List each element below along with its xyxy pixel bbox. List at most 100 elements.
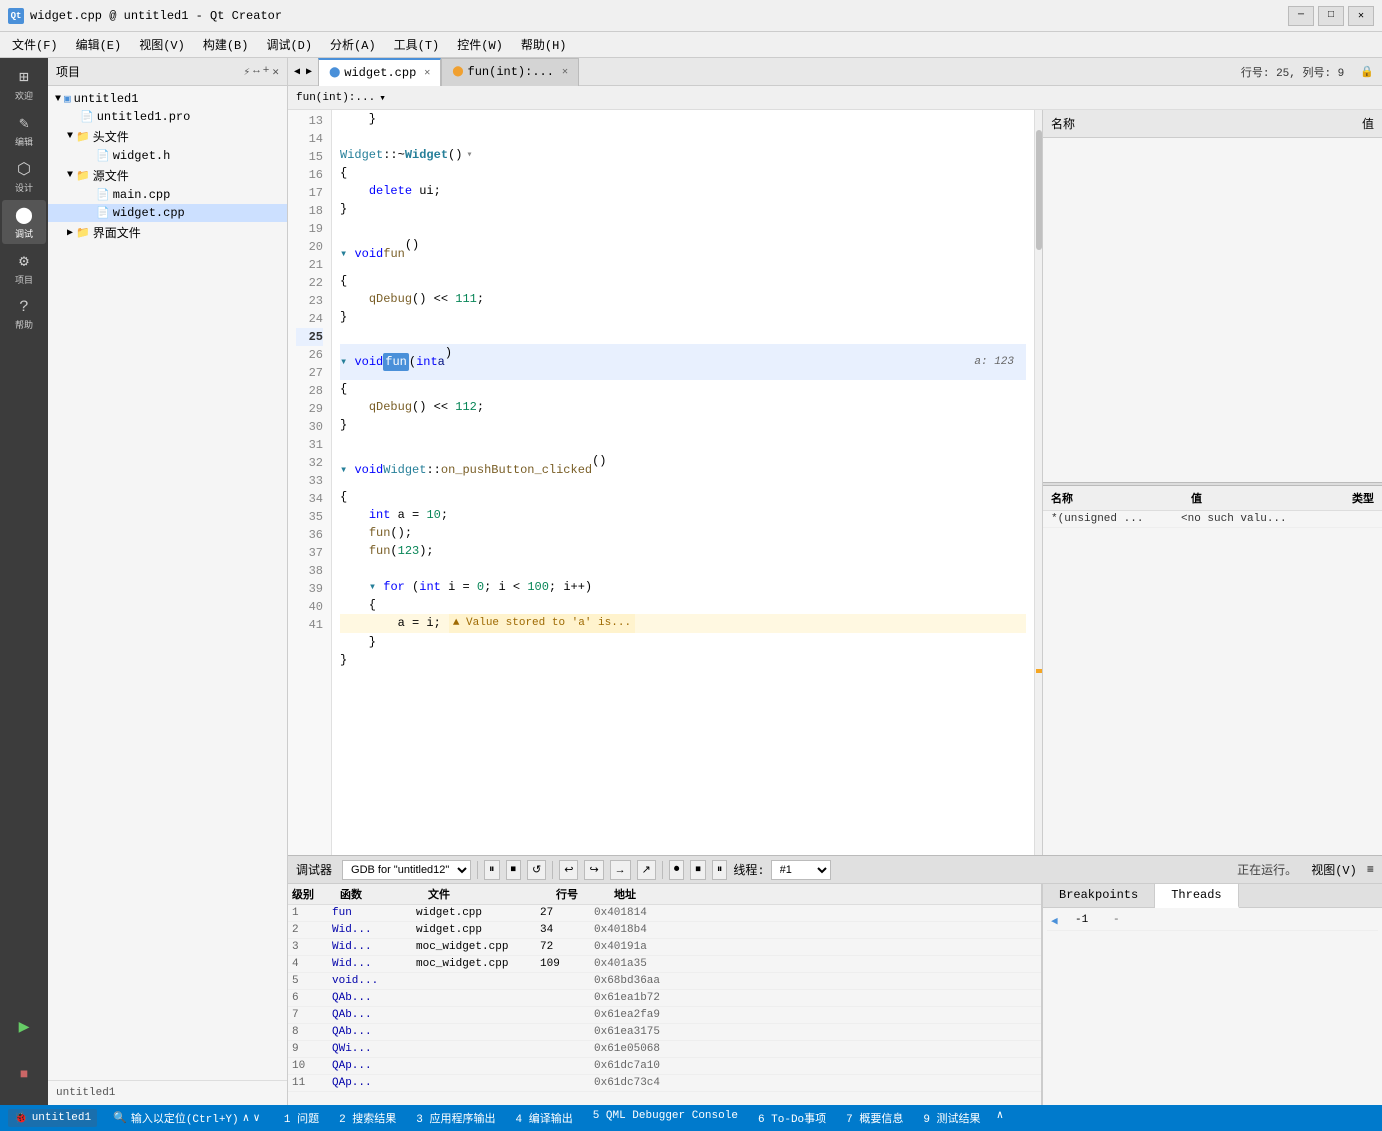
stack-row-6[interactable]: 7 QAb... 0x61ea2fa9 — [288, 1007, 1041, 1024]
sidebar-item-edit[interactable]: ✎ 编辑 — [2, 108, 46, 152]
menu-analyze[interactable]: 分析(A) — [322, 34, 384, 55]
stack-row-10[interactable]: 11 QAp... 0x61dc73c4 — [288, 1075, 1041, 1092]
disable-bp-btn[interactable]: ⏸ — [712, 860, 728, 880]
thread-num-0: -1 — [1075, 914, 1105, 928]
code-line-19 — [340, 218, 1026, 236]
menu-tools[interactable]: 工具(T) — [386, 34, 448, 55]
sr-file-0: widget.cpp — [416, 907, 536, 919]
stack-row-4[interactable]: 5 void... 0x68bd36aa — [288, 973, 1041, 990]
stack-row-0[interactable]: 1 fun widget.cpp 27 0x401814 — [288, 905, 1041, 922]
tab-close-fun-int[interactable]: ✕ — [562, 66, 568, 78]
status-tab-summary[interactable]: 7 概要信息 — [838, 1108, 911, 1128]
menu-widgets[interactable]: 控件(W) — [449, 34, 511, 55]
panel-header-icons: ⚡ ↔ + ✕ — [244, 65, 279, 79]
tree-item-pro[interactable]: 📄 untitled1.pro — [48, 108, 287, 126]
sr-func-10: QAp... — [332, 1077, 412, 1089]
sr-line-3: 109 — [540, 958, 590, 970]
tree-item-headers[interactable]: ▼ 📁 头文件 — [48, 126, 287, 147]
tree-item-sources[interactable]: ▼ 📁 源文件 — [48, 165, 287, 186]
menu-help[interactable]: 帮助(H) — [513, 34, 575, 55]
breakpoint-btn[interactable]: ⏺ — [669, 860, 685, 880]
tree-item-untitled1[interactable]: ▼ ▣ untitled1 — [48, 90, 287, 108]
editor-scrollbar[interactable] — [1034, 110, 1042, 855]
search-nav-up[interactable]: ∧ — [243, 1111, 250, 1125]
menu-build[interactable]: 构建(B) — [195, 34, 257, 55]
step-out-btn[interactable]: → — [610, 860, 631, 880]
locals-col-val-header: 值 — [1191, 490, 1352, 506]
more-tabs-icon[interactable]: ∧ — [997, 1108, 1004, 1128]
sync-icon[interactable]: ↔ — [253, 65, 260, 79]
step-over-btn[interactable]: ↩ — [559, 860, 578, 880]
sidebar-item-debug[interactable]: ⬤ 调试 — [2, 200, 46, 244]
more-icon[interactable]: ≡ — [1367, 863, 1374, 877]
step-into-btn[interactable]: ↪ — [584, 860, 603, 880]
status-tab-qml[interactable]: 5 QML Debugger Console — [585, 1108, 746, 1128]
clear-bp-btn[interactable]: ⏹ — [690, 860, 706, 880]
status-tab-todo[interactable]: 6 To-Do事项 — [750, 1108, 834, 1128]
toolbar-sep1 — [477, 861, 478, 879]
tree-item-widget-cpp[interactable]: 📄 widget.cpp — [48, 204, 287, 222]
status-tab-test[interactable]: 9 测试结果 — [915, 1108, 988, 1128]
lock-icon[interactable]: 🔒 — [1360, 67, 1374, 79]
status-tab-search[interactable]: 2 搜索结果 — [331, 1108, 404, 1128]
add-icon[interactable]: + — [263, 65, 270, 79]
code-content[interactable]: } Widget::~Widget() ▾ { — [332, 110, 1034, 855]
code-line-21: { — [340, 272, 1026, 290]
tab-widget-cpp[interactable]: ⬤ widget.cpp ✕ — [318, 58, 441, 86]
tab-breakpoints[interactable]: Breakpoints — [1043, 884, 1155, 907]
tab-close-widget-cpp[interactable]: ✕ — [424, 67, 430, 79]
thread-arrow-icon: ◀ — [1051, 914, 1067, 928]
sidebar-item-welcome[interactable]: ⊞ 欢迎 — [2, 62, 46, 106]
stack-panel: 级别 函数 文件 行号 地址 1 fun widget.cpp 27 0x401… — [288, 884, 1042, 1105]
stack-rows: 1 fun widget.cpp 27 0x401814 2 Wid... wi… — [288, 905, 1041, 1105]
status-tab-appout[interactable]: 3 应用程序输出 — [408, 1108, 503, 1128]
tab-threads[interactable]: Threads — [1155, 884, 1238, 908]
run-button[interactable]: ▶ — [2, 1005, 46, 1049]
view-button[interactable]: 视图(V) — [1311, 861, 1357, 878]
stack-row-2[interactable]: 3 Wid... moc_widget.cpp 72 0x40191a — [288, 939, 1041, 956]
scrollbar-thumb[interactable] — [1036, 130, 1042, 250]
run-to-cursor-btn[interactable]: ↗ — [637, 860, 656, 880]
stop-debug-btn[interactable]: ⏹ — [506, 860, 522, 880]
pause-btn[interactable]: ⏸ — [484, 860, 500, 880]
sr-level-5: 6 — [292, 992, 328, 1004]
tree-label-forms: 界面文件 — [93, 224, 141, 241]
thread-select[interactable]: #1 — [771, 860, 831, 880]
close-button[interactable]: ✕ — [1348, 6, 1374, 26]
tree-item-forms[interactable]: ▶ 📁 界面文件 — [48, 222, 287, 243]
tab-fun-int[interactable]: ⬤ fun(int):... ✕ — [441, 58, 579, 86]
gdb-select[interactable]: GDB for "untitled12" — [342, 860, 471, 880]
stack-row-9[interactable]: 10 QAp... 0x61dc7a10 — [288, 1058, 1041, 1075]
sidebar-item-help[interactable]: ? 帮助 — [2, 292, 46, 336]
tree-item-widget-h[interactable]: 📄 widget.h — [48, 147, 287, 165]
window-controls[interactable]: ─ □ ✕ — [1288, 6, 1374, 26]
close-panel-icon[interactable]: ✕ — [272, 65, 279, 79]
minimize-button[interactable]: ─ — [1288, 6, 1314, 26]
restart-btn[interactable]: ↺ — [527, 860, 546, 880]
expand-arrow-headers: ▼ — [64, 131, 76, 142]
stack-col-line: 行号 — [556, 886, 606, 902]
stack-row-5[interactable]: 6 QAb... 0x61ea1b72 — [288, 990, 1041, 1007]
menu-view[interactable]: 视图(V) — [131, 34, 193, 55]
tab-prev[interactable]: ◀ — [292, 64, 302, 80]
search-nav-down[interactable]: ∨ — [253, 1111, 260, 1125]
stack-row-1[interactable]: 2 Wid... widget.cpp 34 0x4018b4 — [288, 922, 1041, 939]
code-line-35 — [340, 560, 1026, 578]
sidebar-item-design[interactable]: ⬡ 设计 — [2, 154, 46, 198]
menu-debug[interactable]: 调试(D) — [258, 34, 320, 55]
stack-row-8[interactable]: 9 QWi... 0x61e05068 — [288, 1041, 1041, 1058]
status-tab-issues[interactable]: 1 问题 — [276, 1108, 327, 1128]
tab-next[interactable]: ▶ — [304, 64, 314, 80]
status-tab-compile[interactable]: 4 编译输出 — [508, 1108, 581, 1128]
code-line-16: { — [340, 164, 1026, 182]
code-editor[interactable]: 13 14 15 16 17 18 19 20 21 22 23 24 — [288, 110, 1042, 855]
filter-icon[interactable]: ⚡ — [244, 65, 251, 79]
sidebar-item-project[interactable]: ⚙ 项目 — [2, 246, 46, 290]
stack-row-3[interactable]: 4 Wid... moc_widget.cpp 109 0x401a35 — [288, 956, 1041, 973]
stack-row-7[interactable]: 8 QAb... 0x61ea3175 — [288, 1024, 1041, 1041]
menu-file[interactable]: 文件(F) — [4, 34, 66, 55]
stop-button[interactable]: ⏹ — [2, 1053, 46, 1097]
maximize-button[interactable]: □ — [1318, 6, 1344, 26]
tree-item-main-cpp[interactable]: 📄 main.cpp — [48, 186, 287, 204]
menu-edit[interactable]: 编辑(E) — [68, 34, 130, 55]
